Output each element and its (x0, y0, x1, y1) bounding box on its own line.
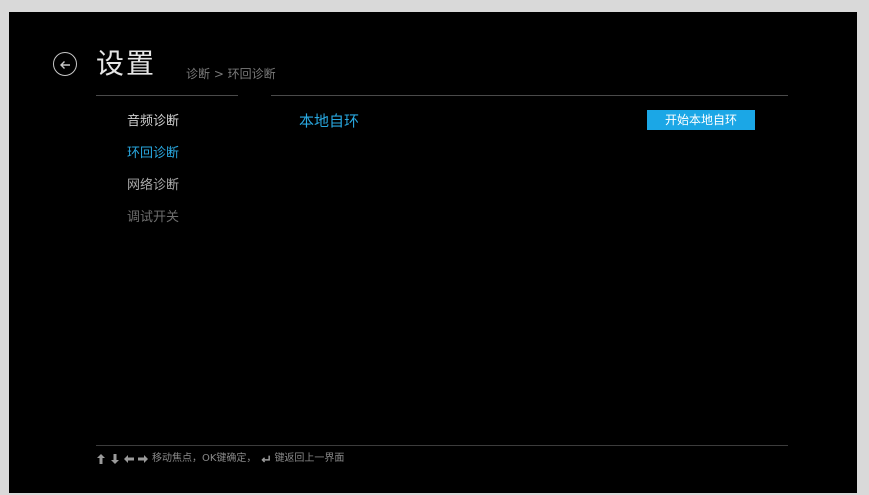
arrow-left-icon (59, 55, 71, 74)
sidebar-item-audio-diagnosis[interactable]: 音频诊断 (127, 114, 179, 130)
arrow-right-icon (138, 453, 148, 465)
arrow-down-icon (110, 453, 120, 465)
sidebar-item-debug-switch[interactable]: 调试开关 (127, 210, 179, 226)
page-title: 设置 (96, 47, 157, 80)
footer-hint-text-2: 键返回上一界面 (274, 453, 345, 464)
arrow-left-icon (124, 453, 134, 465)
section-title: 本地自环 (299, 112, 360, 130)
sidebar-item-loopback-diagnosis[interactable]: 环回诊断 (127, 146, 179, 162)
return-icon (260, 453, 271, 465)
footer-hint: 移动焦点，OK键确定， 键返回上一界面 (96, 453, 344, 465)
header-divider-right (271, 95, 788, 96)
breadcrumb: 诊断 > 环回诊断 (186, 67, 276, 81)
footer-hint-text-1: 移动焦点，OK键确定， (152, 453, 257, 464)
tv-screen: 设置 诊断 > 环回诊断 音频诊断 环回诊断 网络诊断 调试开关 本地自环 开始… (9, 12, 857, 493)
footer-divider (96, 445, 788, 446)
back-button[interactable] (53, 52, 77, 76)
arrow-up-icon (96, 453, 106, 465)
start-local-loopback-button[interactable]: 开始本地自环 (647, 110, 755, 130)
sidebar-item-network-diagnosis[interactable]: 网络诊断 (127, 178, 179, 194)
header-divider-left (96, 95, 238, 96)
